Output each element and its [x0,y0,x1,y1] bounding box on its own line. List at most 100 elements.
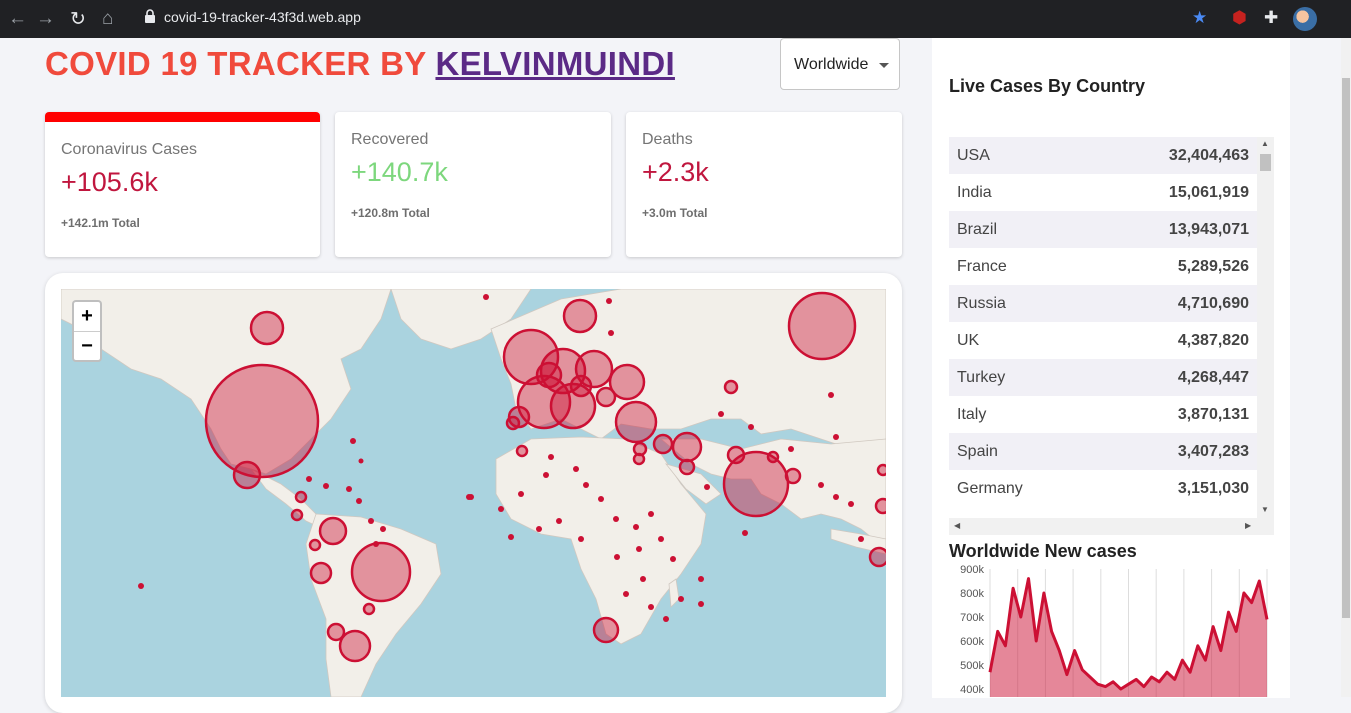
active-card-stripe [45,112,320,122]
egypt-circle [632,452,646,466]
new-cases-chart: 900k 800k 700k 600k 500k 400k [949,562,1274,697]
russia-circle [787,291,857,361]
country-name: India [957,183,992,201]
country-table[interactable]: USA 32,404,463 India 15,061,919 Brazil 13,9… [949,137,1257,507]
table-row: Germany 3,151,030 [949,470,1257,507]
y-tick-label: 400k [960,684,984,696]
table-row: Spain 3,407,283 [949,433,1257,470]
recovered-label: Recovered [351,131,429,148]
scroll-thumb[interactable] [1260,154,1271,171]
table-row: France 5,289,526 [949,248,1257,285]
country-select[interactable]: Worldwide [780,38,900,90]
turkey-circle [614,400,658,444]
zoom-out-button[interactable]: − [74,332,100,361]
chevron-down-icon [879,63,889,68]
country-name: Italy [957,405,987,423]
kazakhstan-circle [723,379,739,395]
cases-card[interactable]: Coronavirus Cases +105.6k +142.1m Total [45,112,320,257]
browser-toolbar: ← → ↻ ⌂ covid-19-tracker-43f3d.web.app ★… [0,0,1351,38]
sweden-circle [562,298,598,334]
home-icon[interactable]: ⌂ [102,8,113,30]
chart-svg: 900k 800k 700k 600k 500k 400k [960,564,1269,697]
colombia-circle [318,516,348,546]
scroll-left-icon[interactable]: ◀ [954,521,960,530]
indonesia-circle [868,546,886,568]
country-cases: 3,151,030 [1177,479,1249,497]
table-row: Italy 3,870,131 [949,396,1257,433]
country-name: Russia [957,294,1006,312]
country-name: UK [957,331,980,349]
cuba-circle [294,490,308,504]
map-zoom-control: + − [72,300,102,362]
table-row: Brazil 13,943,071 [949,211,1257,248]
deaths-total: +3.0m Total [642,206,708,220]
address-bar[interactable]: covid-19-tracker-43f3d.web.app [164,9,361,25]
chile-circle [326,622,346,642]
table-row: USA 32,404,463 [949,137,1257,174]
deaths-card[interactable]: Deaths +2.3k +3.0m Total [626,112,902,257]
deaths-label: Deaths [642,131,693,148]
philippines-circle [874,497,886,515]
author-link[interactable]: KELVINMUINDI [435,45,674,82]
table-row: India 15,061,919 [949,174,1257,211]
ublock-icon[interactable]: ⬢ [1232,8,1247,28]
table-vertical-scrollbar[interactable]: ▲ ▼ [1257,137,1274,518]
japan-circle [876,463,886,477]
madagascar-land [668,578,680,608]
country-cases: 13,943,071 [1168,220,1249,238]
bangladesh-circle [784,467,802,485]
bookmark-star-icon[interactable]: ★ [1192,8,1207,28]
forward-icon[interactable]: → [36,8,55,30]
page-scrollbar[interactable] [1341,38,1351,697]
country-name: France [957,257,1007,275]
scroll-down-icon[interactable]: ▼ [1261,505,1269,514]
y-tick-label: 600k [960,636,984,648]
title-prefix: COVID 19 TRACKER BY [45,45,436,82]
recovered-card[interactable]: Recovered +140.7k +120.8m Total [335,112,611,257]
y-tick-label: 700k [960,612,984,624]
peru-circle [309,561,333,585]
country-name: Germany [957,479,1023,497]
country-name: Turkey [957,368,1006,386]
country-cases: 3,407,283 [1177,442,1249,460]
ecuador-circle [308,538,322,552]
y-tick-label: 900k [960,564,984,576]
country-cases: 3,870,131 [1177,405,1249,423]
y-tick-label: 800k [960,588,984,600]
panama-circle [290,508,304,522]
country-name: USA [957,146,990,164]
profile-avatar[interactable] [1293,7,1317,31]
nepal-circle [766,450,780,464]
page-scroll-thumb[interactable] [1342,78,1350,618]
back-icon[interactable]: ← [8,8,27,30]
extensions-icon[interactable]: ✚ [1264,8,1278,28]
recovered-today: +140.7k [351,157,448,187]
pakistan-circle [726,445,746,465]
world-map[interactable] [61,289,886,697]
country-cases: 5,289,526 [1177,257,1249,275]
country-select-value: Worldwide [794,56,869,73]
country-cases: 4,387,820 [1177,331,1249,349]
reload-icon[interactable]: ↻ [70,8,86,31]
y-tick-label: 500k [960,660,984,672]
iraq-circle [652,433,674,455]
cases-label: Coronavirus Cases [61,141,198,158]
morocco-circle [515,444,529,458]
mexico-circle [232,460,262,490]
iran-circle [671,431,703,463]
cases-today: +105.6k [61,167,158,197]
zoom-in-button[interactable]: + [74,302,100,332]
scroll-up-icon[interactable]: ▲ [1261,139,1269,148]
table-row: UK 4,387,820 [949,322,1257,359]
table-row: Turkey 4,268,447 [949,359,1257,396]
table-row: Russia 4,710,690 [949,285,1257,322]
scroll-right-icon[interactable]: ▶ [1245,521,1251,530]
saudi-circle [678,458,696,476]
table-horizontal-scrollbar[interactable]: ◀ ▶ [949,518,1274,535]
country-cases: 4,710,690 [1177,294,1249,312]
south-africa-circle [592,616,620,644]
brazil-circle [350,541,412,603]
country-name: Brazil [957,220,998,238]
deaths-today: +2.3k [642,157,709,187]
country-cases: 32,404,463 [1168,146,1249,164]
